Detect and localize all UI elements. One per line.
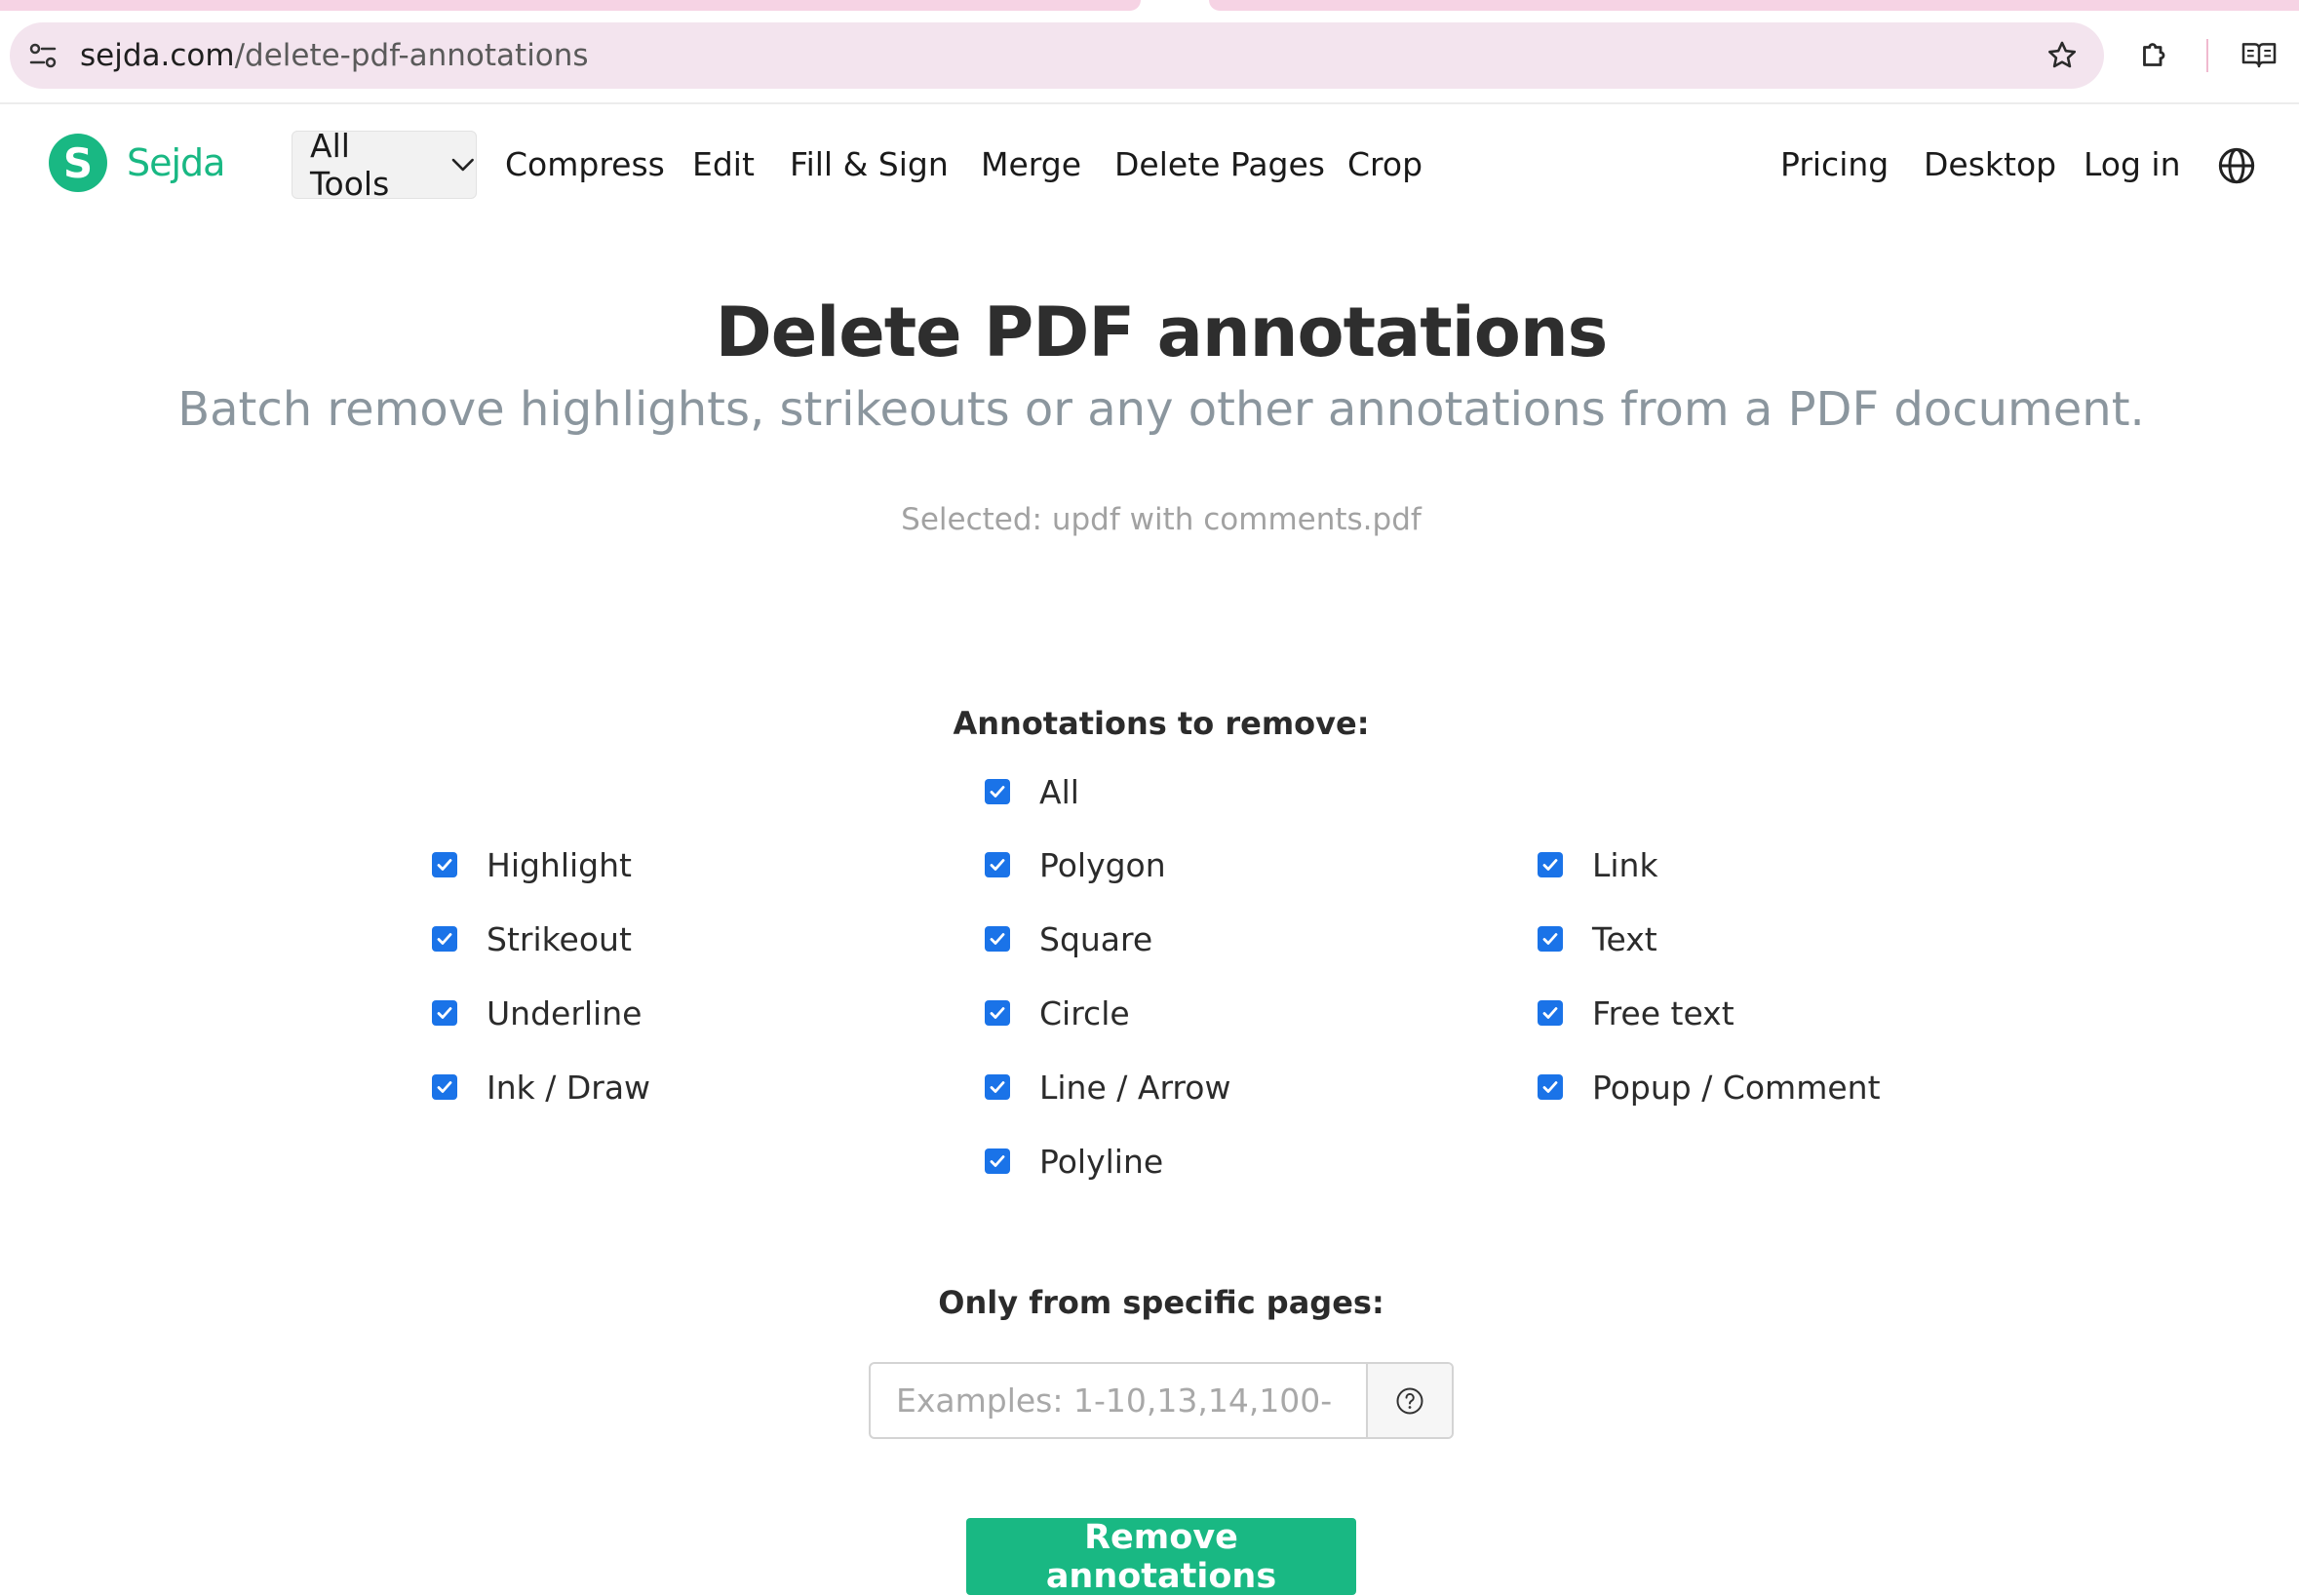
chevron-down-icon (452, 158, 475, 172)
checkbox-polygon[interactable]: Polygon (985, 845, 1166, 884)
checkbox-circle[interactable]: Circle (985, 993, 1130, 1032)
checkbox-checked-icon[interactable] (985, 779, 1010, 804)
checkbox-label: Popup / Comment (1592, 1068, 1881, 1107)
pages-help-button[interactable] (1366, 1364, 1452, 1437)
checkbox-highlight[interactable]: Highlight (432, 845, 632, 884)
checkbox-checked-icon[interactable] (1538, 926, 1563, 952)
checkbox-free-text[interactable]: Free text (1538, 993, 1734, 1032)
nav-compress[interactable]: Compress (505, 143, 665, 186)
checkbox-label: Free text (1592, 993, 1734, 1032)
page-subtitle: Batch remove highlights, strikeouts or a… (177, 382, 2145, 437)
all-tools-dropdown[interactable]: All Tools (292, 127, 477, 203)
nav-delete-pages[interactable]: Delete Pages (1114, 143, 1325, 186)
site-settings-icon[interactable] (27, 40, 58, 71)
checkbox-link[interactable]: Link (1538, 845, 1658, 884)
checkbox-checked-icon[interactable] (432, 1074, 457, 1100)
tab-strip (0, 0, 1141, 11)
browser-chrome: sejda.com/delete-pdf-annotations (0, 0, 2299, 104)
pages-field (869, 1362, 1454, 1439)
checkbox-polyline[interactable]: Polyline (985, 1142, 1163, 1181)
checkbox-checked-icon[interactable] (432, 1000, 457, 1026)
pages-input[interactable] (871, 1364, 1366, 1437)
nav-fill-sign[interactable]: Fill & Sign (790, 143, 949, 186)
checkbox-checked-icon[interactable] (1538, 852, 1563, 877)
checkbox-checked-icon[interactable] (985, 1074, 1010, 1100)
page-title: Delete PDF annotations (715, 292, 1609, 372)
checkbox-underline[interactable]: Underline (432, 993, 642, 1032)
checkbox-label: Square (1039, 919, 1153, 958)
checkbox-text[interactable]: Text (1538, 919, 1657, 958)
question-circle-icon (1396, 1387, 1423, 1414)
url-text[interactable]: sejda.com/delete-pdf-annotations (80, 36, 589, 75)
nav-crop[interactable]: Crop (1347, 143, 1422, 186)
checkbox-square[interactable]: Square (985, 919, 1152, 958)
checkbox-checked-icon[interactable] (985, 926, 1010, 952)
checkbox-label: All (1039, 772, 1079, 811)
pages-label: Only from specific pages: (938, 1284, 1384, 1321)
logo-mark-icon: S (49, 134, 107, 192)
logo-text: Sejda (127, 141, 225, 184)
bookmark-star-icon[interactable] (2046, 39, 2079, 72)
checkbox-label: Link (1592, 845, 1658, 884)
checkbox-strikeout[interactable]: Strikeout (432, 919, 632, 958)
url-host: sejda.com (80, 38, 235, 73)
extensions-puzzle-icon[interactable] (2137, 37, 2172, 72)
site-header: S Sejda All Tools Compress Edit Fill & S… (0, 104, 2299, 226)
checkbox-label: Ink / Draw (487, 1068, 651, 1107)
checkbox-checked-icon[interactable] (1538, 1074, 1563, 1100)
checkbox-checked-icon[interactable] (985, 1148, 1010, 1174)
address-bar[interactable]: sejda.com/delete-pdf-annotations (10, 22, 2104, 89)
checkbox-checked-icon[interactable] (432, 926, 457, 952)
selected-file: Selected: updf with comments.pdf (901, 502, 1422, 537)
checkbox-label: Polyline (1039, 1142, 1164, 1181)
checkbox-checked-icon[interactable] (1538, 1000, 1563, 1026)
checkbox-label: Text (1592, 919, 1657, 958)
checkbox-label: Underline (487, 993, 643, 1032)
checkbox-line-arrow[interactable]: Line / Arrow (985, 1068, 1230, 1107)
checkbox-checked-icon[interactable] (985, 852, 1010, 877)
checkbox-ink-draw[interactable]: Ink / Draw (432, 1068, 650, 1107)
tab-strip (1209, 0, 2299, 11)
checkbox-label: Strikeout (487, 919, 632, 958)
nav-desktop[interactable]: Desktop (1924, 143, 2056, 186)
remove-annotations-button[interactable]: Remove annotations (966, 1518, 1356, 1596)
checkbox-label: Highlight (487, 845, 632, 884)
checkbox-checked-icon[interactable] (432, 852, 457, 877)
checkbox-label: Polygon (1039, 845, 1166, 884)
annotations-label: Annotations to remove: (953, 705, 1370, 742)
toolbar-divider (2206, 39, 2208, 72)
nav-pricing[interactable]: Pricing (1780, 143, 1889, 186)
url-path: /delete-pdf-annotations (234, 38, 589, 73)
nav-merge[interactable]: Merge (981, 143, 1081, 186)
checkbox-label: Line / Arrow (1039, 1068, 1231, 1107)
nav-edit[interactable]: Edit (692, 143, 755, 186)
checkbox-label: Circle (1039, 993, 1130, 1032)
checkbox-checked-icon[interactable] (985, 1000, 1010, 1026)
nav-log-in[interactable]: Log in (2084, 143, 2181, 186)
checkbox-popup-comment[interactable]: Popup / Comment (1538, 1068, 1881, 1107)
reading-mode-icon[interactable] (2241, 39, 2278, 70)
all-tools-label: All Tools (310, 127, 390, 203)
globe-icon[interactable] (2217, 146, 2256, 185)
checkbox-all[interactable]: All (985, 772, 1079, 811)
sejda-logo[interactable]: S Sejda (49, 134, 225, 192)
